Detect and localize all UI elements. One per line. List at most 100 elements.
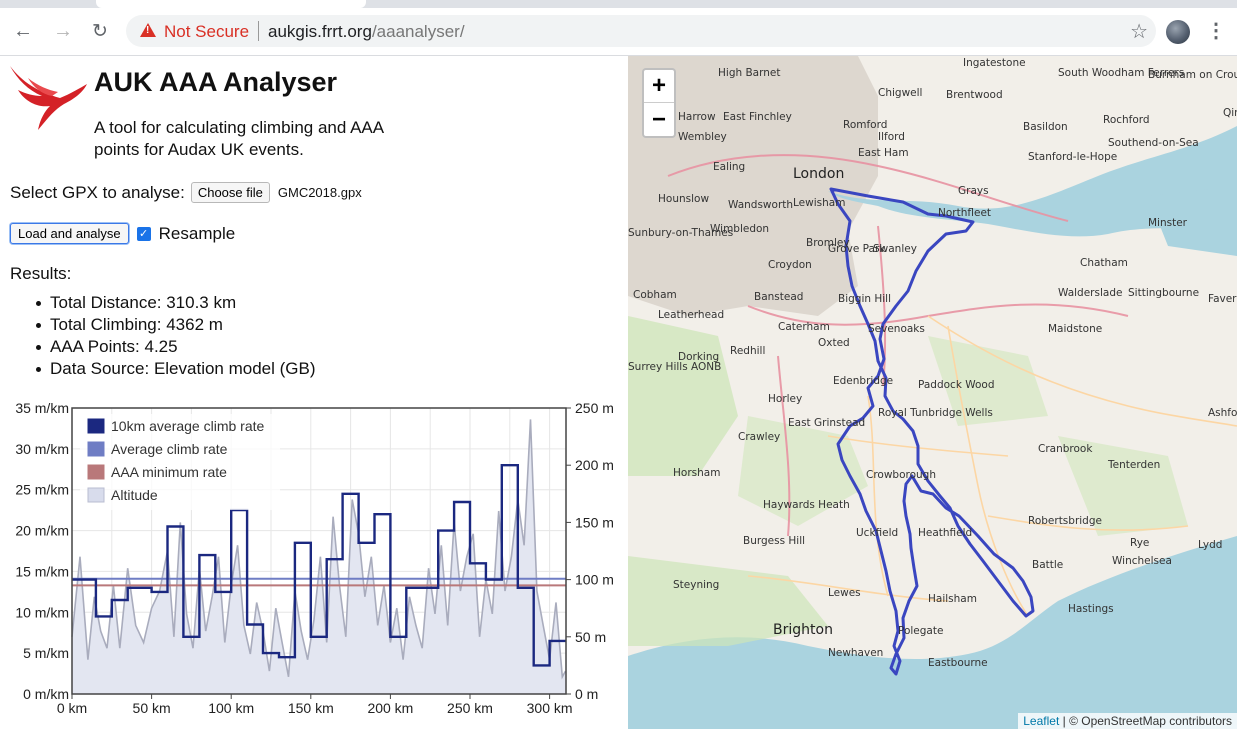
url-text[interactable]: aukgis.frrt.org/aaanalyser/ — [268, 22, 465, 42]
analyser-panel: AUK AAA Analyser A tool for calculating … — [0, 56, 628, 729]
place-label: Sevenoaks — [868, 323, 925, 335]
place-label: Brighton — [773, 622, 833, 638]
tab-strip — [0, 0, 1237, 8]
legend-swatch — [87, 441, 105, 457]
result-data-source: Data Source: Elevation model (GB) — [36, 358, 316, 380]
legend-label: 10km average climb rate — [111, 418, 265, 434]
result-aaa-points: AAA Points: 4.25 — [36, 336, 316, 358]
place-label: Wimbledon — [710, 223, 769, 235]
left-axis-tick: 5 m/km — [23, 645, 69, 661]
place-label: Paddock Wood — [918, 379, 995, 391]
legend-swatch — [87, 487, 105, 503]
place-label: Banstead — [754, 291, 803, 303]
place-label: London — [793, 166, 844, 182]
results-list: Total Distance: 310.3 km Total Climbing:… — [36, 292, 316, 380]
zoom-control[interactable]: + − — [642, 68, 676, 138]
place-label: Ilford — [878, 131, 905, 143]
place-label: Basildon — [1023, 121, 1068, 133]
map-tiles[interactable]: IngatestoneSouth Woodham FerrersBurnham … — [628, 56, 1237, 729]
selected-file-name: GMC2018.gpx — [277, 185, 362, 200]
place-label: Romford — [843, 119, 887, 131]
active-tab[interactable] — [96, 0, 366, 8]
zoom-in-button[interactable]: + — [644, 70, 674, 103]
place-label: Haywards Heath — [763, 499, 850, 511]
load-and-analyse-button[interactable]: Load and analyse — [10, 223, 129, 244]
legend-swatch — [87, 464, 105, 480]
place-label: Steyning — [673, 579, 719, 591]
right-axis-tick: 250 m — [575, 400, 614, 416]
x-axis-tick: 300 km — [527, 700, 573, 716]
security-label[interactable]: Not Secure — [164, 22, 249, 42]
zoom-out-button[interactable]: − — [644, 103, 674, 136]
leaflet-link[interactable]: Leaflet — [1023, 714, 1059, 728]
place-label: Swanley — [873, 243, 917, 255]
chart-legend: 10km average climb rate Average climb rat… — [80, 414, 280, 510]
resample-checkbox[interactable]: ✓ — [136, 226, 151, 241]
place-label: Leatherhead — [658, 309, 724, 321]
place-label: Ealing — [713, 161, 745, 173]
app-description: A tool for calculating climbing and AAA … — [94, 118, 384, 159]
place-label: Uckfield — [856, 527, 898, 539]
route-map[interactable]: Ingatestone South Woodham Ferrers Burnham … — [628, 56, 1237, 729]
place-label: Crowborough — [866, 469, 936, 481]
left-axis-tick: 10 m/km — [15, 604, 69, 620]
choose-file-button[interactable]: Choose file — [190, 182, 270, 203]
map-attribution: Leaflet | © OpenStreetMap contributors — [1018, 713, 1237, 729]
climb-rate-chart: 0 m/km5 m/km10 m/km15 m/km20 m/km25 m/km… — [15, 400, 614, 716]
select-gpx-label: Select GPX to analyse: — [10, 182, 185, 202]
place-label: Maidstone — [1048, 323, 1102, 335]
place-label: Battle — [1032, 559, 1063, 571]
place-label: Cobham — [633, 289, 677, 301]
place-label: Burnham on Crouch — [1148, 69, 1237, 81]
place-label: Eastbourne — [928, 657, 988, 669]
x-axis-tick: 150 km — [288, 700, 334, 716]
left-axis-tick: 35 m/km — [15, 400, 69, 416]
place-label: Ingatestone — [963, 57, 1026, 69]
place-label: Rochford — [1103, 114, 1150, 126]
bookmark-star-icon[interactable]: ☆ — [1130, 19, 1148, 44]
place-label: Robertsbridge — [1028, 515, 1102, 527]
place-label: Chatham — [1080, 257, 1128, 269]
place-label: East Finchley — [723, 111, 792, 123]
place-label: Sittingbourne — [1128, 287, 1199, 299]
result-total-climbing: Total Climbing: 4362 m — [36, 314, 316, 336]
browser-toolbar: ← → ↻ Not Secure aukgis.frrt.org/aaanaly… — [0, 0, 1237, 56]
x-axis-tick: 0 km — [57, 700, 87, 716]
red-kite-logo — [10, 66, 87, 130]
place-label: Hastings — [1068, 603, 1114, 615]
place-label: Crawley — [738, 431, 780, 443]
place-label: Biggin Hill — [838, 293, 891, 305]
file-select-row: Select GPX to analyse: Choose file GMC20… — [10, 182, 362, 203]
back-icon[interactable]: ← — [12, 20, 34, 42]
address-bar[interactable]: Not Secure aukgis.frrt.org/aaanalyser/ ☆ — [126, 15, 1156, 47]
place-label: Chigwell — [878, 87, 922, 99]
place-label: Burgess Hill — [743, 535, 805, 547]
x-axis-tick: 250 km — [447, 700, 493, 716]
place-label: Horley — [768, 393, 802, 405]
place-label: Stanford-le-Hope — [1028, 151, 1117, 163]
place-label: Hounslow — [658, 193, 709, 205]
place-label: Wembley — [678, 131, 727, 143]
warning-icon[interactable] — [140, 23, 156, 37]
place-label: Heathfield — [918, 527, 972, 539]
place-label: Qine (MoD Shoe — [1223, 107, 1237, 119]
place-label: Lydd — [1198, 539, 1222, 551]
place-label: Tenterden — [1107, 459, 1160, 471]
menu-kebab-icon[interactable]: ⋮ — [1206, 18, 1226, 43]
place-label: Croydon — [768, 259, 812, 271]
legend-swatch — [87, 418, 105, 434]
left-axis-tick: 30 m/km — [15, 441, 69, 457]
profile-avatar[interactable] — [1166, 20, 1190, 44]
legend-label: AAA minimum rate — [111, 464, 227, 480]
place-label: Polegate — [898, 625, 943, 637]
place-label: Bromley — [806, 237, 850, 249]
forward-icon[interactable]: → — [52, 20, 74, 42]
right-axis: 0 m 50 m 100 m 150 m 200 m 250 m — [566, 400, 614, 702]
place-label: Horsham — [673, 467, 720, 479]
right-axis-tick: 0 m — [575, 686, 598, 702]
resample-label[interactable]: Resample — [159, 224, 236, 244]
place-label: Royal Tunbridge Wells — [878, 407, 993, 419]
place-label: Northfleet — [938, 207, 991, 219]
reload-icon[interactable]: ↻ — [89, 20, 111, 42]
place-label: Lewes — [828, 587, 861, 599]
